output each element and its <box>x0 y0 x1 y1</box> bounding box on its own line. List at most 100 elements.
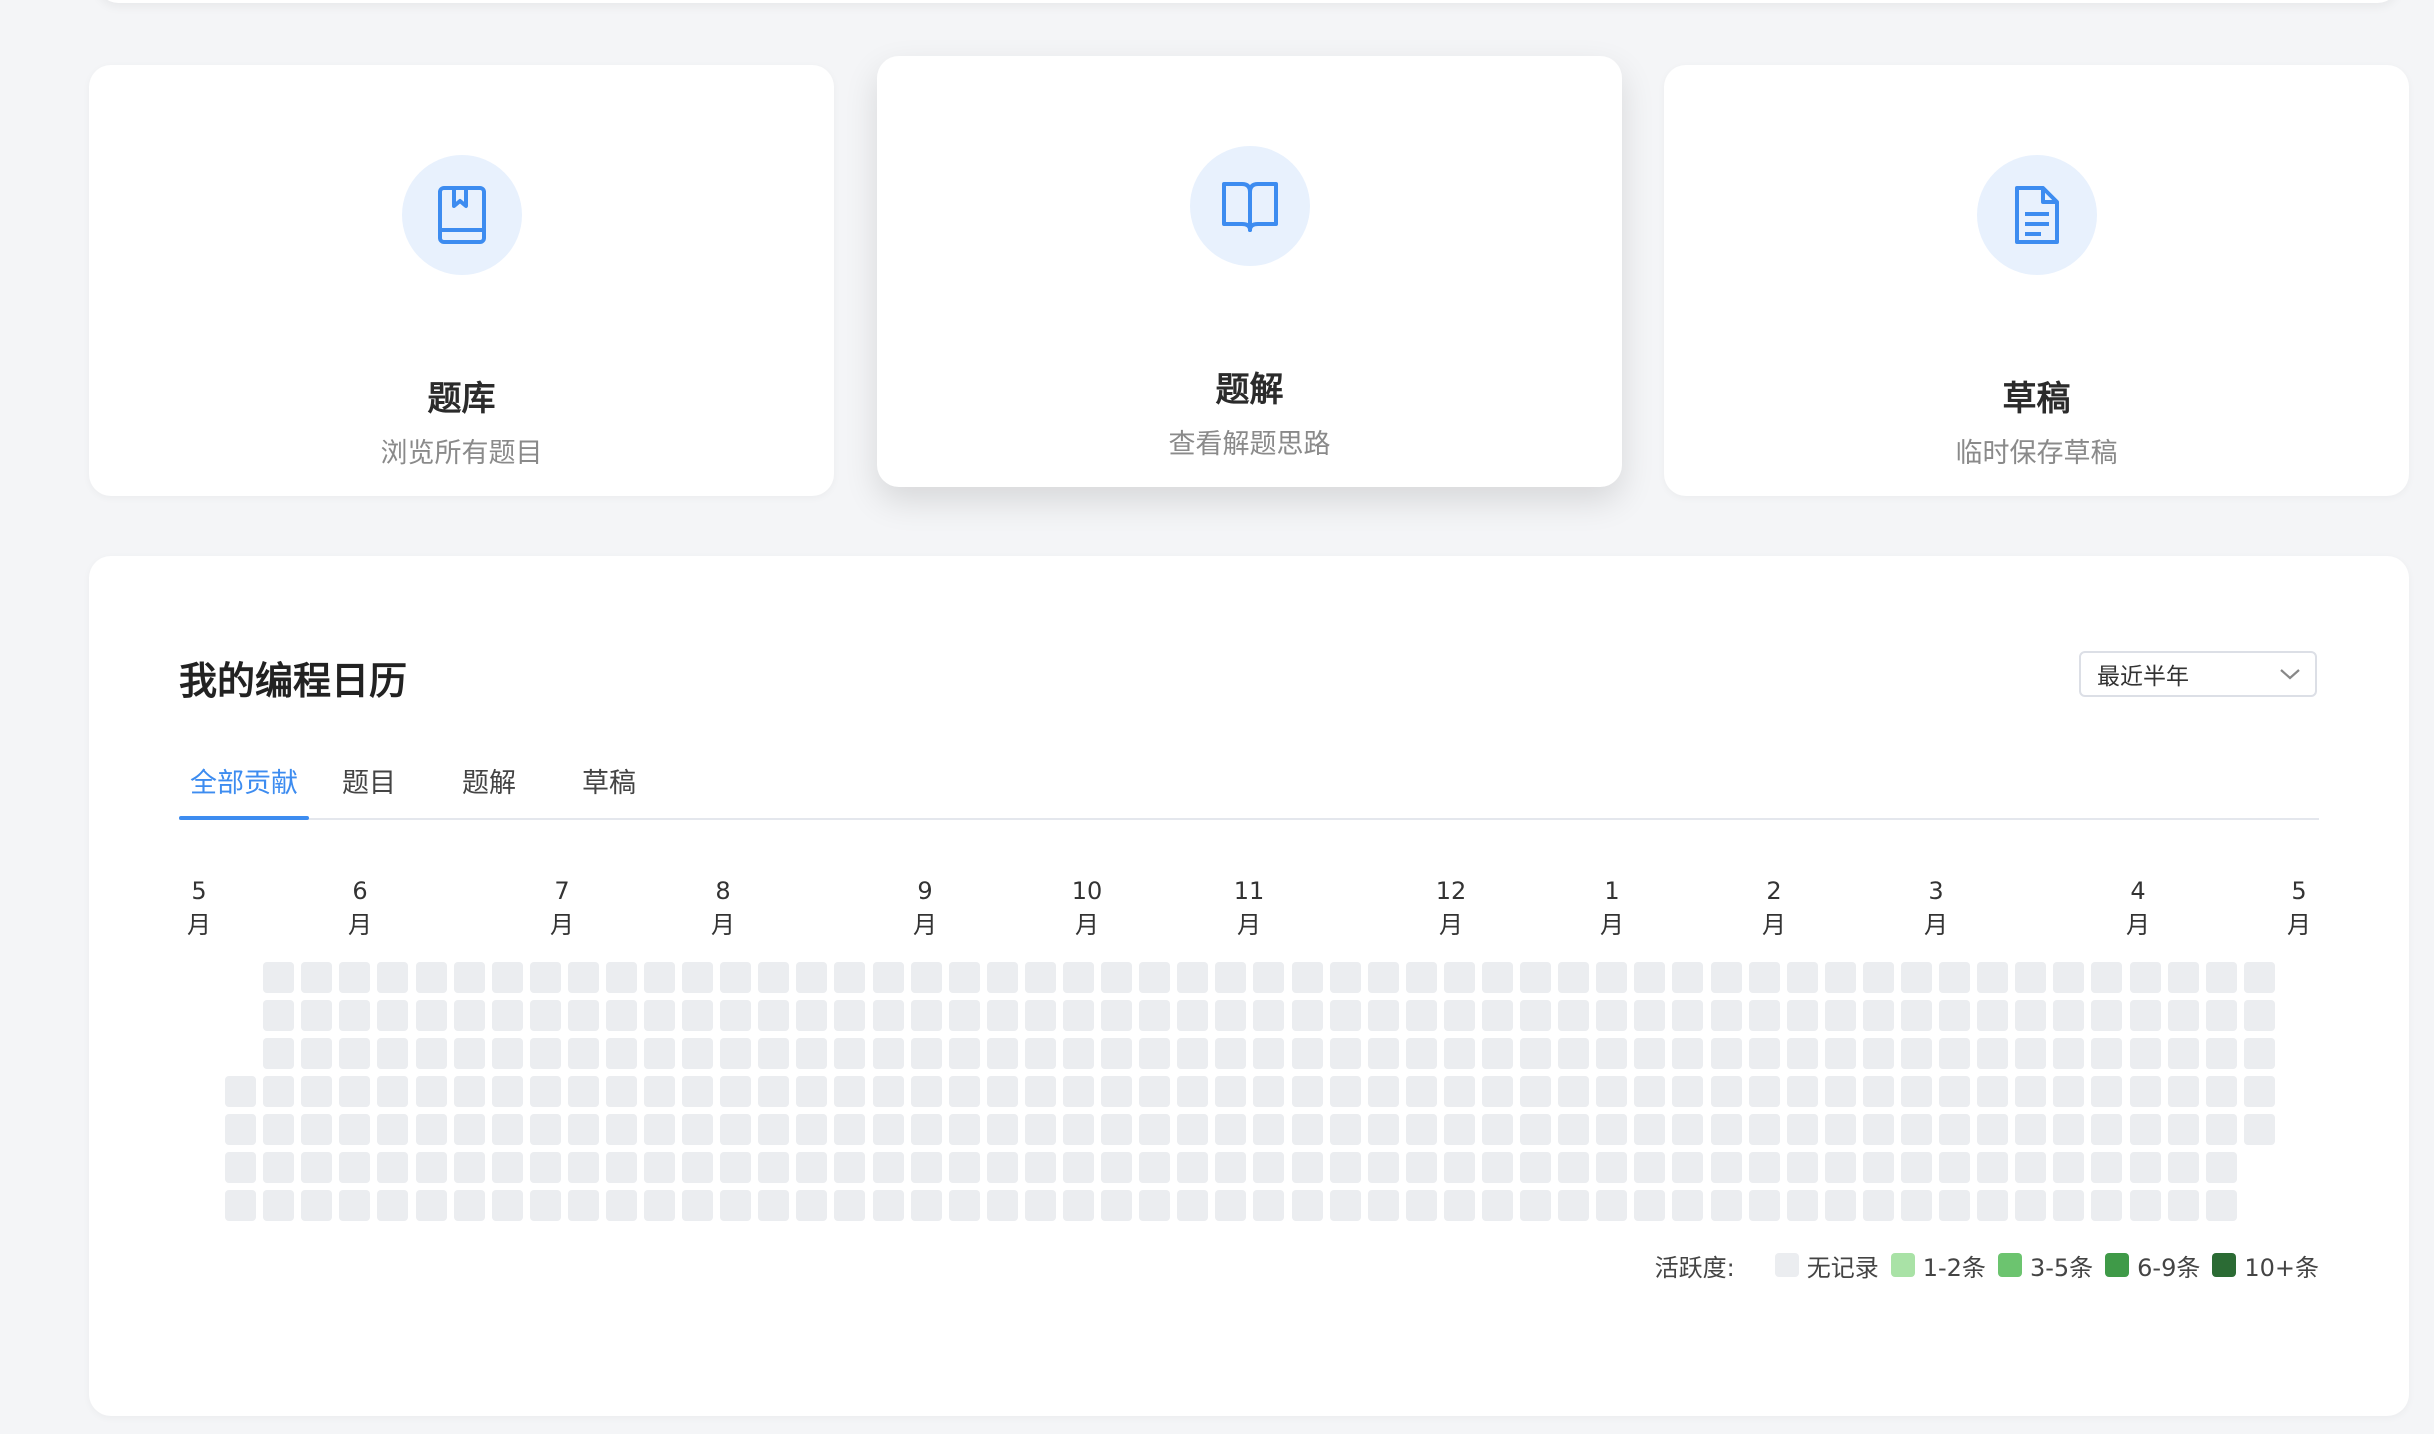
heatmap-cell[interactable] <box>263 962 295 993</box>
heatmap-cell[interactable] <box>377 1152 409 1183</box>
heatmap-cell[interactable] <box>2205 1038 2237 1069</box>
heatmap-cell[interactable] <box>301 1038 333 1069</box>
heatmap-cell[interactable] <box>1253 1000 1285 1031</box>
heatmap-cell[interactable] <box>453 1152 485 1183</box>
heatmap-cell[interactable] <box>1596 962 1628 993</box>
heatmap-cell[interactable] <box>1977 1152 2009 1183</box>
heatmap-cell[interactable] <box>1672 1076 1704 1107</box>
heatmap-cell[interactable] <box>567 1114 599 1145</box>
heatmap-cell[interactable] <box>1862 962 1894 993</box>
heatmap-cell[interactable] <box>1024 1076 1056 1107</box>
heatmap-cell[interactable] <box>2167 1190 2199 1221</box>
heatmap-cell[interactable] <box>339 962 371 993</box>
heatmap-cell[interactable] <box>2205 1076 2237 1107</box>
heatmap-cell[interactable] <box>1672 1000 1704 1031</box>
heatmap-cell[interactable] <box>1862 1076 1894 1107</box>
heatmap-cell[interactable] <box>644 1190 675 1221</box>
heatmap-cell[interactable] <box>834 962 866 993</box>
heatmap-cell[interactable] <box>1786 1038 1818 1069</box>
heatmap-cell[interactable] <box>2129 1190 2161 1221</box>
heatmap-cell[interactable] <box>1443 1076 1475 1107</box>
heatmap-cell[interactable] <box>225 1076 256 1107</box>
heatmap-cell[interactable] <box>872 1000 904 1031</box>
heatmap-cell[interactable] <box>339 1152 371 1183</box>
heatmap-cell[interactable] <box>1177 1000 1209 1031</box>
heatmap-cell[interactable] <box>263 1038 295 1069</box>
heatmap-cell[interactable] <box>529 962 561 993</box>
heatmap-cell[interactable] <box>2243 962 2275 993</box>
heatmap-cell[interactable] <box>1063 1152 1094 1183</box>
heatmap-cell[interactable] <box>910 962 942 993</box>
heatmap-cell[interactable] <box>1329 962 1361 993</box>
heatmap-cell[interactable] <box>1215 1038 1247 1069</box>
heatmap-cell[interactable] <box>529 1000 561 1031</box>
heatmap-cell[interactable] <box>1139 1076 1171 1107</box>
heatmap-cell[interactable] <box>1824 1038 1856 1069</box>
heatmap-cell[interactable] <box>720 1076 752 1107</box>
heatmap-cell[interactable] <box>491 962 523 993</box>
heatmap-cell[interactable] <box>1596 1076 1628 1107</box>
heatmap-cell[interactable] <box>948 1152 980 1183</box>
heatmap-cell[interactable] <box>682 1152 714 1183</box>
heatmap-cell[interactable] <box>2243 1000 2275 1031</box>
heatmap-cell[interactable] <box>1063 962 1094 993</box>
heatmap-cell[interactable] <box>453 1000 485 1031</box>
heatmap-cell[interactable] <box>948 962 980 993</box>
heatmap-cell[interactable] <box>1786 1152 1818 1183</box>
heatmap-cell[interactable] <box>644 962 675 993</box>
heatmap-cell[interactable] <box>263 1000 295 1031</box>
heatmap-cell[interactable] <box>1139 1114 1171 1145</box>
heatmap-cell[interactable] <box>1520 1076 1552 1107</box>
heatmap-cell[interactable] <box>1710 1152 1742 1183</box>
heatmap-cell[interactable] <box>529 1038 561 1069</box>
heatmap-cell[interactable] <box>1748 1190 1780 1221</box>
heatmap-cell[interactable] <box>2015 962 2047 993</box>
heatmap-cell[interactable] <box>1824 1114 1856 1145</box>
heatmap-cell[interactable] <box>1024 1038 1056 1069</box>
heatmap-cell[interactable] <box>1939 1114 1971 1145</box>
heatmap-cell[interactable] <box>2053 962 2085 993</box>
heatmap-cell[interactable] <box>263 1114 295 1145</box>
heatmap-cell[interactable] <box>2053 1190 2085 1221</box>
heatmap-cell[interactable] <box>301 1152 333 1183</box>
heatmap-cell[interactable] <box>415 1190 447 1221</box>
heatmap-cell[interactable] <box>1786 1190 1818 1221</box>
heatmap-cell[interactable] <box>2091 1114 2123 1145</box>
heatmap-cell[interactable] <box>1520 1114 1552 1145</box>
heatmap-cell[interactable] <box>986 962 1018 993</box>
heatmap-cell[interactable] <box>2167 1076 2199 1107</box>
heatmap-cell[interactable] <box>758 1114 790 1145</box>
heatmap-cell[interactable] <box>1824 1190 1856 1221</box>
heatmap-cell[interactable] <box>1482 1152 1513 1183</box>
heatmap-cell[interactable] <box>225 1190 256 1221</box>
heatmap-cell[interactable] <box>1139 1152 1171 1183</box>
heatmap-cell[interactable] <box>1063 1000 1094 1031</box>
heatmap-cell[interactable] <box>910 1114 942 1145</box>
heatmap-cell[interactable] <box>910 1152 942 1183</box>
heatmap-cell[interactable] <box>1558 1076 1590 1107</box>
heatmap-cell[interactable] <box>1520 962 1552 993</box>
heatmap-cell[interactable] <box>1291 1152 1323 1183</box>
heatmap-cell[interactable] <box>1977 962 2009 993</box>
heatmap-cell[interactable] <box>2243 1114 2275 1145</box>
heatmap-cell[interactable] <box>2243 1038 2275 1069</box>
heatmap-cell[interactable] <box>1177 1076 1209 1107</box>
heatmap-cell[interactable] <box>986 1038 1018 1069</box>
heatmap-cell[interactable] <box>1862 1114 1894 1145</box>
heatmap-cell[interactable] <box>1443 1000 1475 1031</box>
heatmap-cell[interactable] <box>1177 962 1209 993</box>
heatmap-cell[interactable] <box>796 1114 828 1145</box>
heatmap-cell[interactable] <box>1367 1076 1399 1107</box>
heatmap-cell[interactable] <box>339 1038 371 1069</box>
heatmap-cell[interactable] <box>1253 1114 1285 1145</box>
heatmap-cell[interactable] <box>2015 1152 2047 1183</box>
heatmap-cell[interactable] <box>1024 962 1056 993</box>
heatmap-cell[interactable] <box>872 1152 904 1183</box>
heatmap-cell[interactable] <box>2129 962 2161 993</box>
heatmap-cell[interactable] <box>415 1076 447 1107</box>
heatmap-cell[interactable] <box>453 1114 485 1145</box>
heatmap-cell[interactable] <box>1558 1114 1590 1145</box>
heatmap-cell[interactable] <box>1786 1114 1818 1145</box>
heatmap-cell[interactable] <box>567 1076 599 1107</box>
heatmap-cell[interactable] <box>225 1114 256 1145</box>
